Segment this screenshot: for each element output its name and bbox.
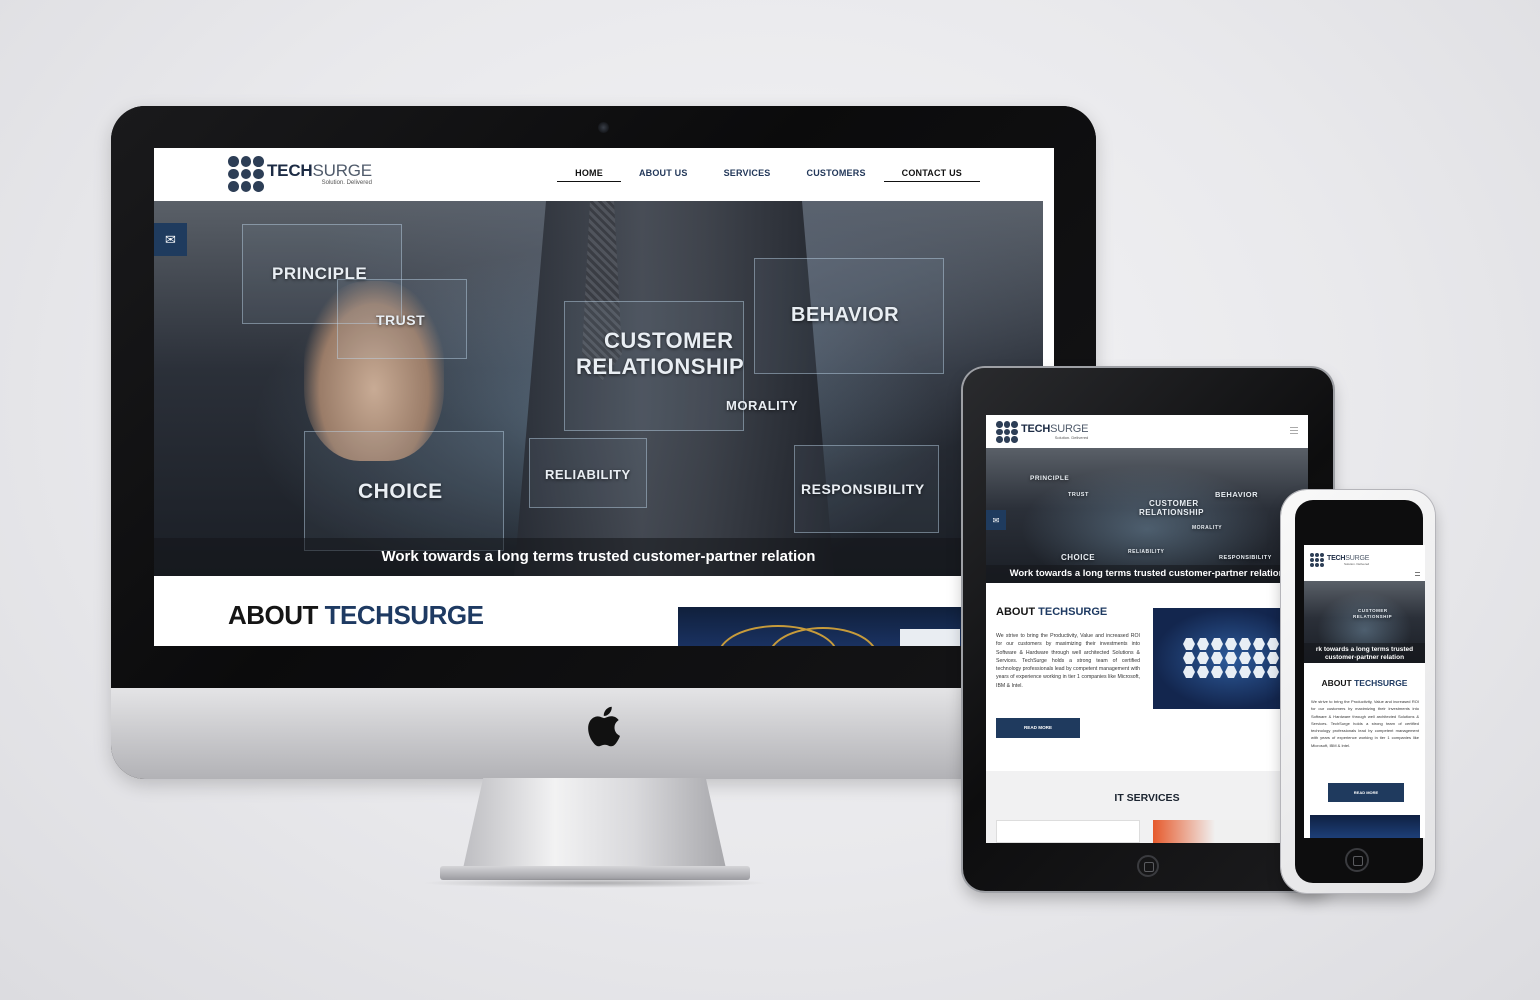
- hamburger-menu-icon[interactable]: [1290, 427, 1298, 434]
- logo-name-bold: TECH: [267, 161, 313, 180]
- phone-about-image: [1310, 815, 1420, 838]
- apple-logo-icon: [588, 706, 620, 747]
- mail-icon: ✉: [992, 515, 1000, 525]
- hero-word-relationship: RELATIONSHIP: [1139, 508, 1204, 517]
- hero-word-relationship: RELATIONSHIP: [576, 354, 745, 379]
- nav-contact-us[interactable]: CONTACT US: [883, 168, 980, 182]
- services-heading-accent: SERVICES: [1126, 792, 1180, 804]
- tablet-header: TECHSURGE Solution. Delivered: [986, 415, 1308, 448]
- tablet-hero-banner: PRINCIPLE TRUST CUSTOMER RELATIONSHIP BE…: [986, 448, 1308, 583]
- phone-site-logo[interactable]: TECHSURGE Solution. Delivered: [1310, 553, 1369, 567]
- nav-customers[interactable]: CUSTOMERS: [789, 168, 884, 182]
- desktop-screen: TECHSURGE Solution. Delivered HOME ABOUT…: [154, 148, 1054, 646]
- mail-button[interactable]: ✉: [154, 223, 187, 256]
- tablet-hero-caption: Work towards a long terms trusted custom…: [986, 565, 1308, 583]
- logo-name-bold: TECH: [1021, 423, 1051, 435]
- tablet-read-more-button[interactable]: READ MORE: [996, 718, 1080, 738]
- nav-about-us[interactable]: ABOUT US: [621, 168, 706, 182]
- hero-word-choice: CHOICE: [1061, 553, 1096, 562]
- nav-services[interactable]: SERVICES: [706, 168, 789, 182]
- tablet-about-text: We strive to bring the Productivity, Val…: [996, 633, 1140, 689]
- logo-name-light: SURGE: [1050, 423, 1089, 435]
- hero-caption: Work towards a long terms trusted custom…: [154, 538, 1043, 576]
- hamburger-menu-icon[interactable]: [1415, 572, 1420, 576]
- logo-tagline: Solution. Delivered: [1054, 435, 1089, 440]
- tablet-about-heading: ABOUT TECHSURGE: [996, 606, 1107, 618]
- monitor-stand: [462, 778, 727, 873]
- nav-home[interactable]: HOME: [557, 168, 621, 182]
- hero-word-relationship: RELATIONSHIP: [1353, 614, 1393, 619]
- hero-word-customer: CUSTOMER: [1358, 608, 1388, 613]
- logo-tagline: Solution. Delivered: [1343, 561, 1370, 566]
- hero-word-responsibility: RESPONSIBILITY: [801, 481, 925, 497]
- monitor-chin: [111, 688, 1096, 779]
- phone-hero-caption: rk towards a long terms trusted customer…: [1304, 643, 1425, 663]
- logo-name-light: SURGE: [312, 161, 372, 180]
- phone-header: TECHSURGE Solution. Delivered: [1304, 545, 1425, 581]
- hero-word-morality: MORALITY: [1192, 525, 1223, 531]
- about-heading-accent: TECHSURGE: [324, 600, 484, 630]
- tablet-home-button: [1137, 855, 1159, 877]
- hero-word-behavior: BEHAVIOR: [1215, 490, 1259, 499]
- monitor-shadow: [420, 878, 770, 888]
- site-header: TECHSURGE Solution. Delivered HOME ABOUT…: [154, 148, 1054, 201]
- logo-dots-icon: [996, 421, 1018, 443]
- logo-dots-icon: [228, 156, 264, 192]
- monitor-camera: [598, 122, 609, 133]
- hero-word-responsibility: RESPONSIBILITY: [1219, 555, 1272, 561]
- services-heading-main: IT: [1114, 792, 1127, 804]
- about-heading-main: ABOUT: [1321, 678, 1355, 688]
- hero-word-principle: PRINCIPLE: [272, 264, 368, 283]
- service-card[interactable]: [996, 820, 1140, 843]
- about-heading-main: ABOUT: [996, 606, 1039, 618]
- phone-about-heading: ABOUT TECHSURGE: [1304, 678, 1425, 688]
- hero-word-trust: TRUST: [376, 312, 426, 328]
- about-heading-accent: TECHSURGE: [1354, 678, 1408, 688]
- about-heading-main: ABOUT: [228, 600, 325, 630]
- logo-name-bold: TECH: [1327, 554, 1346, 562]
- tablet-services-heading: IT SERVICES: [986, 792, 1308, 804]
- tablet-screen: TECHSURGE Solution. Delivered PRINCIPLE …: [986, 415, 1308, 843]
- about-image: [678, 607, 968, 646]
- hero-word-choice: CHOICE: [358, 480, 443, 503]
- hero-banner: PRINCIPLE TRUST CUSTOMER RELATIONSHIP BE…: [154, 201, 1043, 576]
- site-logo[interactable]: TECHSURGE Solution. Delivered: [228, 156, 372, 192]
- hero-word-behavior: BEHAVIOR: [791, 304, 900, 326]
- tablet-mail-button[interactable]: ✉: [986, 510, 1006, 530]
- about-heading: ABOUT TECHSURGE: [228, 600, 484, 631]
- hero-word-morality: MORALITY: [726, 398, 798, 413]
- hero-word-principle: PRINCIPLE: [1030, 475, 1070, 482]
- tablet-site-logo[interactable]: TECHSURGE Solution. Delivered: [996, 421, 1088, 443]
- logo-dots-icon: [1310, 553, 1324, 567]
- hero-word-trust: TRUST: [1068, 492, 1089, 498]
- about-heading-accent: TECHSURGE: [1038, 606, 1108, 618]
- logo-tagline: Solution. Delivered: [321, 180, 372, 186]
- phone-read-more-button[interactable]: READ MORE: [1328, 783, 1404, 802]
- mail-icon: ✉: [165, 231, 176, 247]
- hero-word-reliability: RELIABILITY: [545, 467, 631, 482]
- phone-hero-banner: CUSTOMER RELATIONSHIP rk towards a long …: [1304, 581, 1425, 663]
- hero-word-customer: CUSTOMER: [604, 328, 734, 353]
- hero-word-reliability: RELIABILITY: [1128, 549, 1165, 555]
- phone-about-text: We strive to bring the Productivity, Val…: [1311, 699, 1419, 748]
- phone-home-button: [1345, 848, 1369, 872]
- main-nav: HOME ABOUT US SERVICES CUSTOMERS CONTACT…: [557, 168, 980, 182]
- logo-name-light: SURGE: [1345, 554, 1370, 562]
- phone-screen: TECHSURGE Solution. Delivered CUSTOMER R…: [1304, 545, 1425, 838]
